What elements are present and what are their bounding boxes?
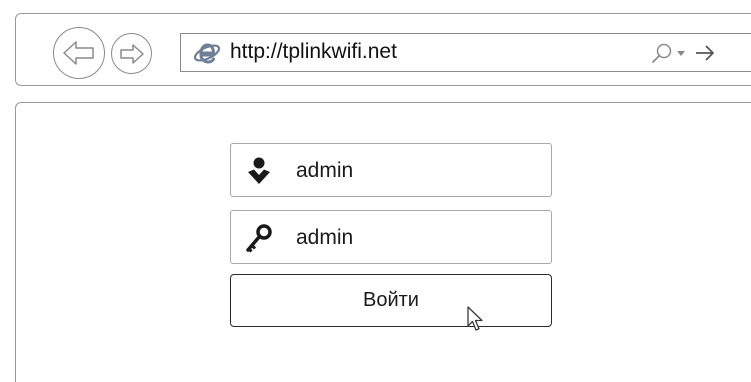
back-button[interactable] bbox=[53, 27, 105, 79]
password-value: admin bbox=[296, 226, 354, 249]
go-arrow-icon[interactable] bbox=[694, 43, 716, 63]
username-value: admin bbox=[296, 159, 354, 182]
url-text[interactable]: http://tplinkwifi.net bbox=[230, 39, 397, 65]
mouse-pointer-icon bbox=[467, 306, 483, 331]
back-arrow-icon bbox=[63, 41, 94, 65]
dropdown-triangle-icon[interactable] bbox=[676, 50, 686, 58]
user-icon bbox=[248, 157, 270, 184]
internet-explorer-icon bbox=[193, 43, 221, 64]
username-field[interactable]: admin bbox=[230, 143, 552, 197]
password-field[interactable]: admin bbox=[230, 210, 552, 264]
forward-arrow-icon bbox=[119, 43, 144, 64]
search-icon[interactable] bbox=[650, 42, 674, 66]
key-icon bbox=[246, 224, 272, 253]
forward-button[interactable] bbox=[111, 33, 152, 74]
login-button[interactable]: Войти bbox=[230, 274, 552, 327]
